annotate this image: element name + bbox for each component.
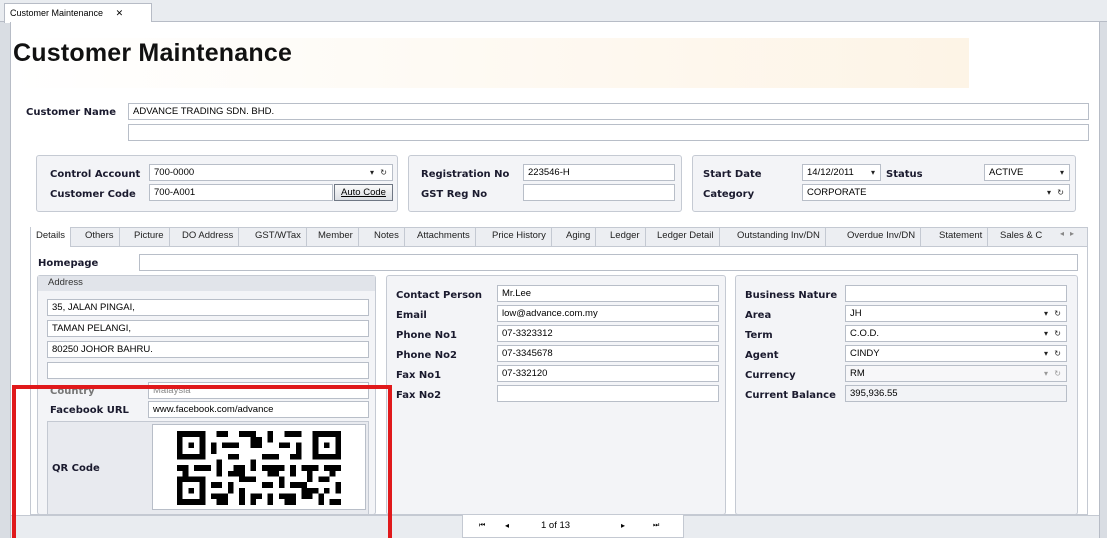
contact-person-label: Contact Person [396,290,483,301]
tab-statement[interactable]: Statement [934,227,989,247]
tab-attachments[interactable]: Attachments [412,227,476,247]
phone-no2-label: Phone No2 [396,350,457,361]
tab-overdue-inv-dn[interactable]: Overdue Inv/DN [842,227,922,247]
tab-ledger-detail[interactable]: Ledger Detail [652,227,720,247]
dropdown-reset-icon[interactable]: ▾ ↻ [1044,306,1063,321]
tab-price-history[interactable]: Price History [487,227,552,247]
business-nature-label: Business Nature [745,290,838,301]
fax-no2-label: Fax No2 [396,390,442,401]
address-header-label: Address [48,277,83,288]
dropdown-reset-icon[interactable]: ▾ ↻ [1044,326,1063,341]
current-balance-value: 395,936.55 [845,385,1067,402]
contact-person-input[interactable]: Mr.Lee [497,285,719,302]
current-balance-label: Current Balance [745,390,836,401]
area-select[interactable]: JH ▾ ↻ [845,305,1067,322]
customer-name-label: Customer Name [26,107,116,118]
email-label: Email [396,310,427,321]
tab-scroll-arrows[interactable]: ◂▸ [1060,229,1080,238]
tab-others[interactable]: Others [80,227,120,247]
first-record-icon[interactable]: ⏮ [479,515,485,537]
status-value: ACTIVE [989,167,1024,178]
area-label: Area [745,310,772,321]
page-title: Customer Maintenance [13,39,293,67]
tab-gst-wtax[interactable]: GST/WTax [250,227,307,247]
tab-outstanding-inv-dn[interactable]: Outstanding Inv/DN [732,227,826,247]
highlight-box [12,385,392,538]
address-line-1[interactable]: 35, JALAN PINGAI, [47,299,369,316]
fax-no1-input[interactable]: 07-332120 [497,365,719,382]
last-record-icon[interactable]: ⏭ [653,515,659,537]
status-select[interactable]: ACTIVE ▾ [984,164,1070,181]
gst-reg-no-label: GST Reg No [421,189,488,200]
start-date-label: Start Date [703,169,762,180]
currency-value: RM [850,368,865,379]
tab-aging[interactable]: Aging [561,227,597,247]
dropdown-reset-icon[interactable]: ▾ ↻ [1044,346,1063,361]
address-line-3[interactable]: 80250 JOHOR BAHRU. [47,341,369,358]
phone-no1-input[interactable]: 07-3323312 [497,325,719,342]
homepage-label: Homepage [38,258,99,269]
fax-no2-input[interactable] [497,385,719,402]
address-line-4[interactable] [47,362,369,379]
term-select[interactable]: C.O.D. ▾ ↻ [845,325,1067,342]
status-label: Status [886,169,923,180]
tab-member[interactable]: Member [313,227,359,247]
control-account-value: 700-0000 [154,167,195,178]
start-date-picker[interactable]: 14/12/2011 ▾ [802,164,881,181]
dropdown-reset-icon[interactable]: ▾ ↻ [370,165,389,180]
document-tab-label: Customer Maintenance [10,8,104,18]
category-value: CORPORATE [807,187,867,198]
tab-ledger[interactable]: Ledger [605,227,646,247]
control-account-select[interactable]: 700-0000 ▾ ↻ [149,164,393,181]
tab-notes[interactable]: Notes [369,227,405,247]
email-input[interactable]: low@advance.com.my [497,305,719,322]
document-tab-strip [0,0,1107,22]
tab-details[interactable]: Details [31,227,72,248]
area-value: JH [850,308,862,319]
term-value: C.O.D. [850,328,880,339]
next-record-icon[interactable]: ▸ [621,515,625,537]
control-account-label: Control Account [50,169,141,180]
dropdown-reset-icon[interactable]: ▾ ↻ [1047,185,1066,200]
document-tab[interactable]: Customer Maintenance ✕ [4,3,152,23]
agent-value: CINDY [850,348,880,359]
dropdown-reset-icon[interactable]: ▾ ↻ [1044,366,1063,381]
registration-no-label: Registration No [421,169,510,180]
record-position: 1 of 13 [541,520,571,531]
tab-do-address[interactable]: DO Address [177,227,240,247]
close-icon[interactable]: ✕ [116,8,124,18]
term-label: Term [745,330,773,341]
currency-select[interactable]: RM ▾ ↻ [845,365,1067,382]
address-header [38,276,375,291]
phone-no2-input[interactable]: 07-3345678 [497,345,719,362]
customer-name-line2-input[interactable] [128,124,1089,141]
business-nature-input[interactable] [845,285,1067,302]
start-date-value: 14/12/2011 [807,167,854,178]
agent-select[interactable]: CINDY ▾ ↻ [845,345,1067,362]
gst-reg-no-input[interactable] [523,184,675,201]
registration-no-input[interactable]: 223546-H [523,164,675,181]
record-navigator: ⏮ ◂ 1 of 13 ▸ ⏭ [462,515,684,538]
fax-no1-label: Fax No1 [396,370,442,381]
chevron-down-icon[interactable]: ▾ [871,165,877,180]
customer-code-input[interactable]: 700-A001 [149,184,333,201]
agent-label: Agent [745,350,779,361]
auto-code-button[interactable]: Auto Code [334,184,393,201]
customer-code-label: Customer Code [50,189,136,200]
chevron-down-icon[interactable]: ▾ [1060,165,1066,180]
customer-name-input[interactable]: ADVANCE TRADING SDN. BHD. [128,103,1089,120]
tab-sales[interactable]: Sales & C [995,227,1047,247]
address-line-2[interactable]: TAMAN PELANGI, [47,320,369,337]
prev-record-icon[interactable]: ◂ [505,515,509,537]
tab-picture[interactable]: Picture [129,227,170,247]
currency-label: Currency [745,370,796,381]
homepage-input[interactable] [139,254,1078,271]
phone-no1-label: Phone No1 [396,330,457,341]
category-label: Category [703,189,755,200]
category-select[interactable]: CORPORATE ▾ ↻ [802,184,1070,201]
